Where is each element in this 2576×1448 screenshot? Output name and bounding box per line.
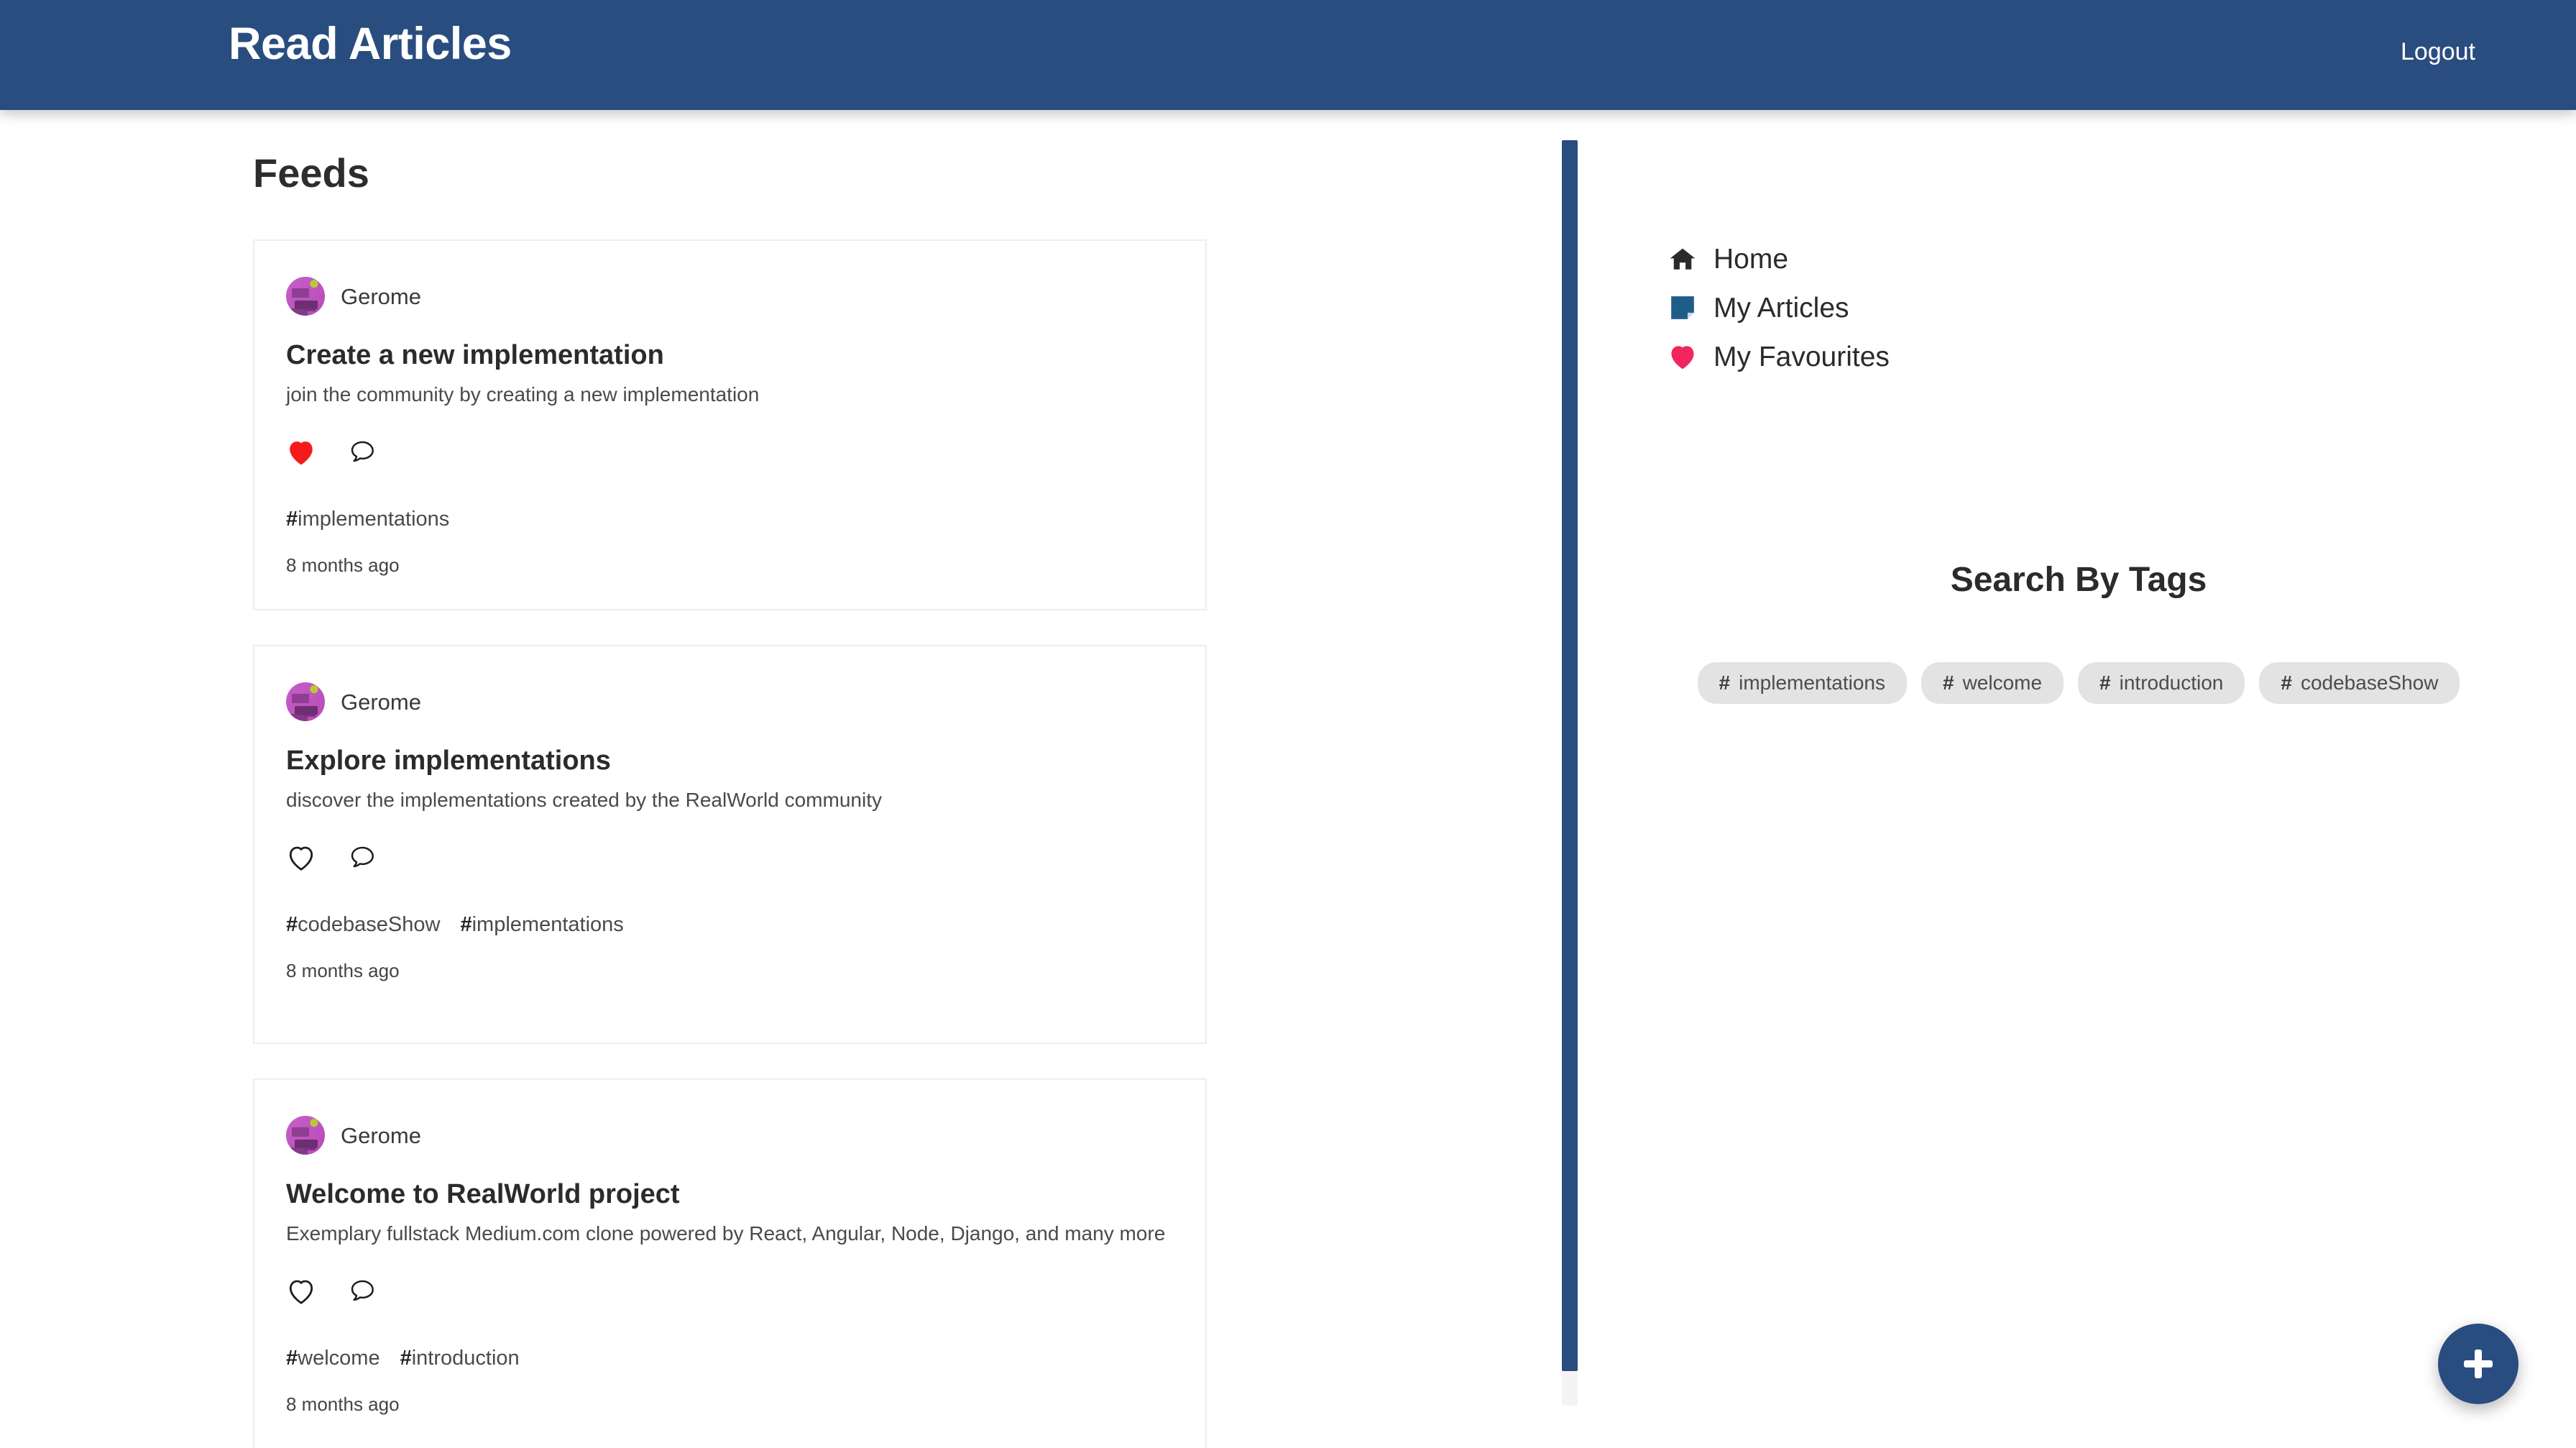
article-actions xyxy=(286,1275,1174,1308)
article-description: join the community by creating a new imp… xyxy=(286,382,760,405)
plus-icon xyxy=(2462,1347,2495,1380)
hash-symbol: # xyxy=(460,912,472,936)
article-note-icon xyxy=(1668,293,1698,323)
article-date: 8 months ago xyxy=(286,959,400,981)
sidebar-nav: Home My Articles My Favourites xyxy=(1668,234,1890,381)
article-author-row[interactable]: Gerome xyxy=(286,681,1174,723)
tag-pill-label: codebaseShow xyxy=(2300,672,2439,694)
hash-symbol: # xyxy=(1942,672,1954,694)
heart-filled-icon[interactable] xyxy=(286,438,316,467)
sidebar-item-label: Home xyxy=(1714,243,1789,275)
avatar xyxy=(286,1116,325,1155)
article-card[interactable]: Gerome Create a new implementation join … xyxy=(253,239,1207,610)
hash-symbol: # xyxy=(2099,672,2111,694)
tag-pill[interactable]: # codebaseShow xyxy=(2259,662,2460,704)
heart-outline-icon[interactable] xyxy=(286,843,316,872)
tag-pill-label: welcome xyxy=(1962,672,2043,694)
article-tag-label: codebaseShow xyxy=(298,912,441,936)
add-article-fab[interactable] xyxy=(2438,1324,2518,1404)
article-tag-label: introduction xyxy=(411,1346,520,1370)
article-tags: #welcome #introduction xyxy=(286,1346,1174,1370)
article-tag-label: implementations xyxy=(472,912,624,936)
hash-symbol: # xyxy=(2281,672,2292,694)
hash-symbol: # xyxy=(1719,672,1731,694)
heart-outline-icon[interactable] xyxy=(286,1277,316,1306)
comment-icon[interactable] xyxy=(348,1277,377,1306)
hash-symbol: # xyxy=(400,1346,412,1370)
article-author-row[interactable]: Gerome xyxy=(286,275,1174,317)
tag-pill-label: introduction xyxy=(2119,672,2224,694)
article-tag[interactable]: #implementations xyxy=(286,507,450,531)
tag-pill[interactable]: # implementations xyxy=(1697,662,1907,704)
home-icon xyxy=(1668,244,1698,274)
avatar xyxy=(286,682,325,721)
article-author-row[interactable]: Gerome xyxy=(286,1114,1174,1156)
heart-icon xyxy=(1668,342,1698,372)
app-header: Read Articles Logout xyxy=(0,0,2576,110)
logout-button[interactable]: Logout xyxy=(2401,40,2475,64)
comment-icon[interactable] xyxy=(348,843,377,872)
tag-pill-list: # implementations # welcome # introduction … xyxy=(1581,662,2576,704)
hash-symbol: # xyxy=(286,912,298,936)
article-title[interactable]: Create a new implementation xyxy=(286,340,1174,372)
sidebar-item-my-articles[interactable]: My Articles xyxy=(1668,283,1890,332)
comment-icon[interactable] xyxy=(348,438,377,467)
page-title: Read Articles xyxy=(229,19,512,69)
tag-pill[interactable]: # introduction xyxy=(2078,662,2245,704)
hash-symbol: # xyxy=(286,1346,298,1370)
sidebar-item-label: My Articles xyxy=(1714,292,1849,324)
article-title[interactable]: Explore implementations xyxy=(286,746,1174,777)
article-tags: #implementations xyxy=(286,507,1174,531)
sidebar-item-home[interactable]: Home xyxy=(1668,234,1890,283)
article-tag[interactable]: #introduction xyxy=(400,1346,520,1370)
article-card[interactable]: Gerome Explore implementations discover … xyxy=(253,645,1207,1044)
feeds-heading: Feeds xyxy=(253,150,369,196)
article-card[interactable]: Gerome Welcome to RealWorld project Exem… xyxy=(253,1078,1207,1448)
sidebar: Home My Articles My Favourites Search By… xyxy=(1581,110,2576,1448)
article-actions xyxy=(286,436,1174,469)
article-list: Gerome Create a new implementation join … xyxy=(253,239,1207,1448)
author-name[interactable]: Gerome xyxy=(341,691,421,713)
article-date: 8 months ago xyxy=(286,554,400,576)
search-by-tags-heading: Search By Tags xyxy=(1950,561,2207,599)
author-name[interactable]: Gerome xyxy=(341,285,421,308)
avatar xyxy=(286,277,325,316)
sidebar-item-my-favourites[interactable]: My Favourites xyxy=(1668,332,1890,381)
article-tag[interactable]: #welcome xyxy=(286,1346,380,1370)
article-actions xyxy=(286,841,1174,874)
hash-symbol: # xyxy=(286,507,298,531)
feeds-scrollbar-thumb[interactable] xyxy=(1562,140,1578,1371)
sidebar-item-label: My Favourites xyxy=(1714,341,1890,372)
tag-pill[interactable]: # welcome xyxy=(1920,662,2064,704)
article-tag-label: welcome xyxy=(298,1346,380,1370)
article-tag[interactable]: #implementations xyxy=(460,912,624,936)
article-description: Exemplary fullstack Medium.com clone pow… xyxy=(286,1222,1166,1245)
feeds-column: Feeds Gerome Create a new implementation… xyxy=(0,110,1531,1448)
article-tag[interactable]: #codebaseShow xyxy=(286,912,441,936)
article-date: 8 months ago xyxy=(286,1393,400,1415)
article-tag-label: implementations xyxy=(298,507,450,531)
tag-pill-label: implementations xyxy=(1739,672,1885,694)
article-description: discover the implementations created by … xyxy=(286,788,882,811)
author-name[interactable]: Gerome xyxy=(341,1124,421,1147)
article-tags: #codebaseShow #implementations xyxy=(286,912,1174,936)
article-title[interactable]: Welcome to RealWorld project xyxy=(286,1179,1174,1211)
